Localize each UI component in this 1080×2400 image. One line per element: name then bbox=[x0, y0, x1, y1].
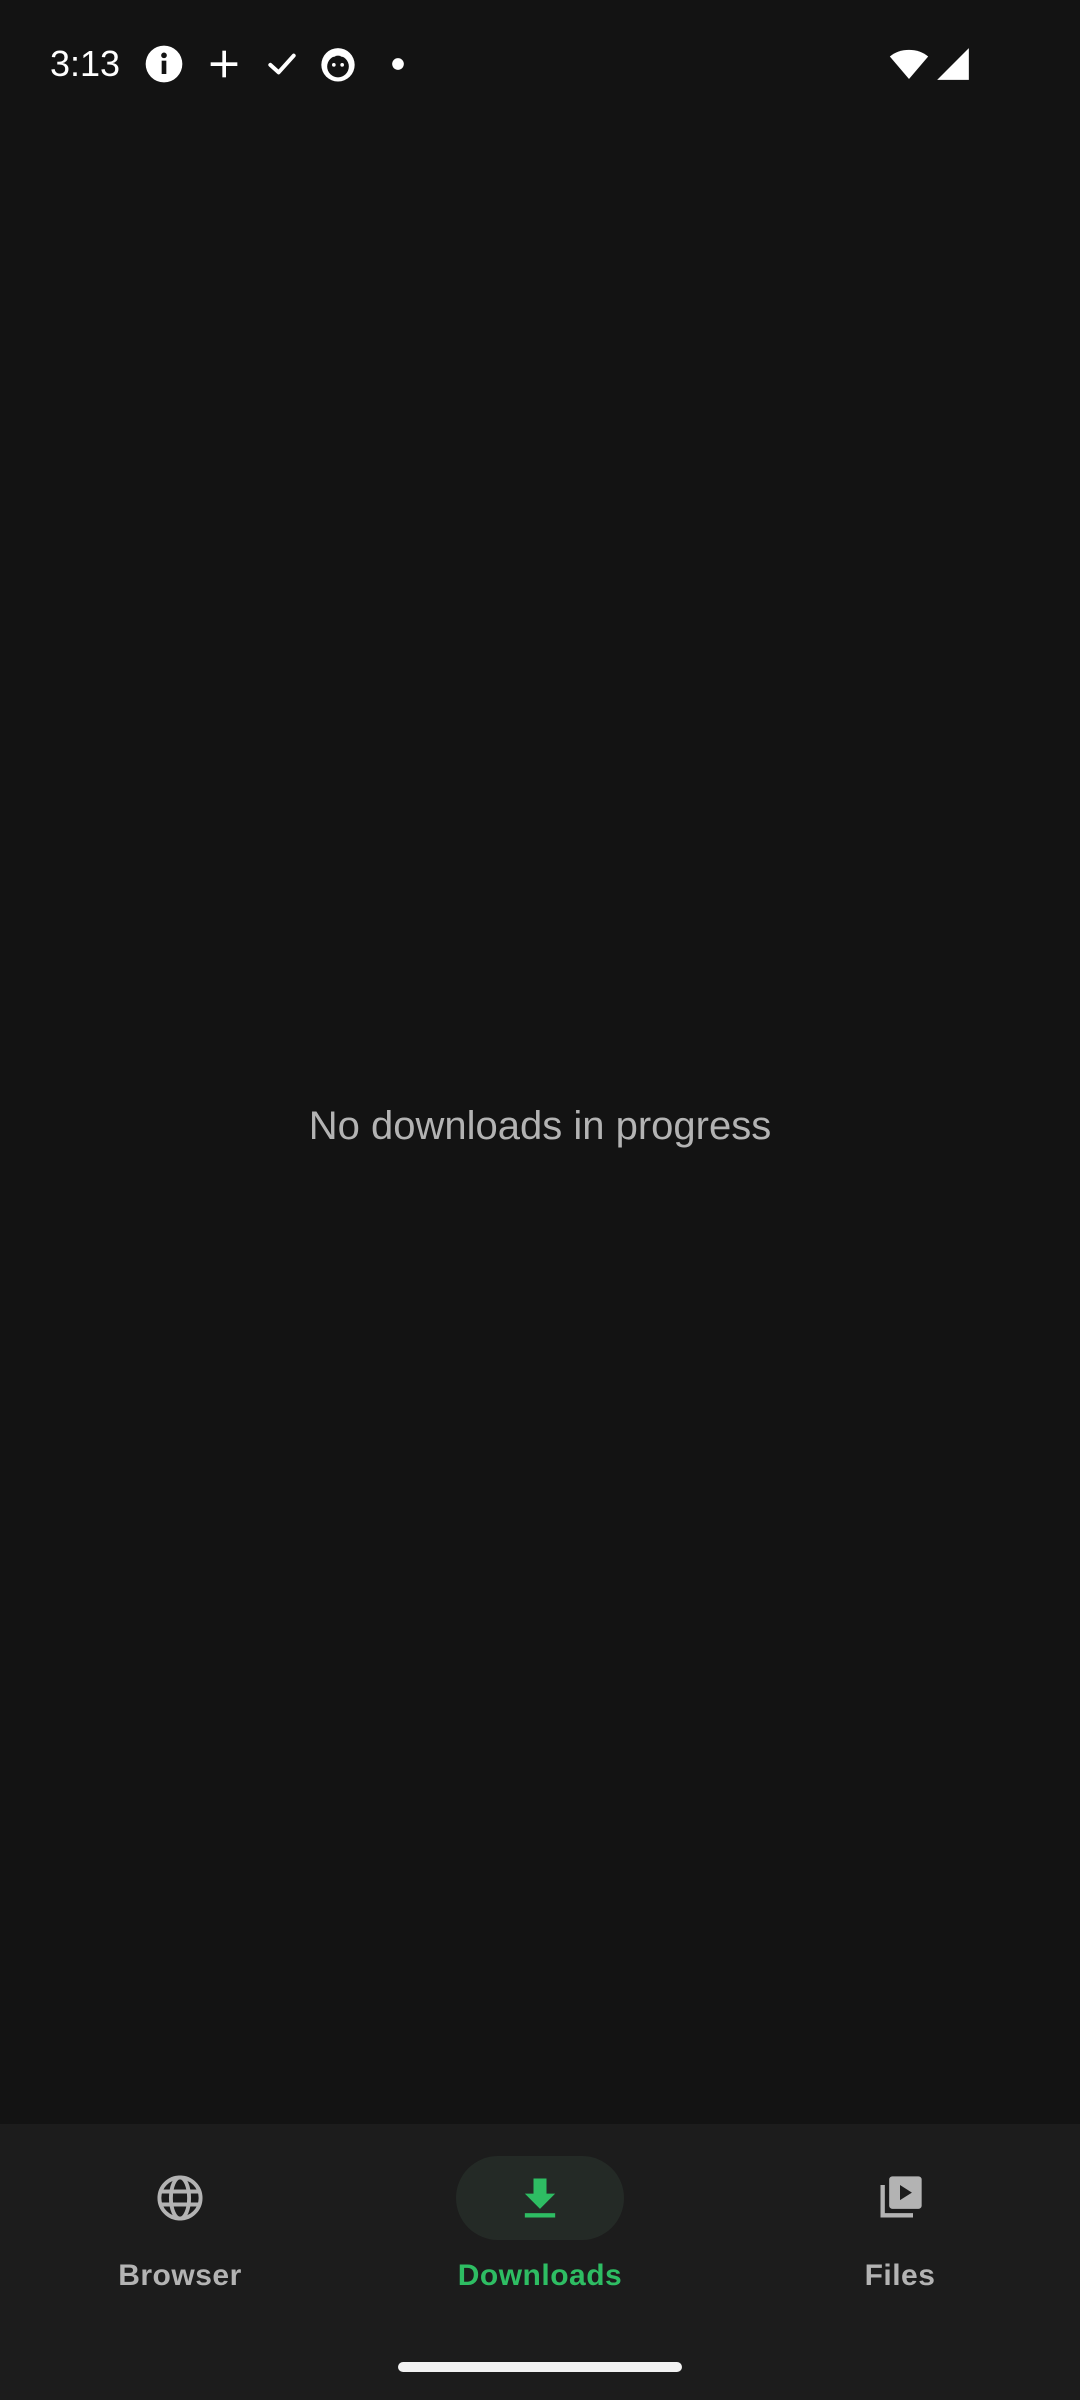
video-library-icon bbox=[874, 2172, 926, 2224]
wifi-icon bbox=[888, 44, 930, 84]
nav-label-browser: Browser bbox=[118, 2259, 242, 2292]
home-gesture-bar[interactable] bbox=[398, 2362, 682, 2372]
status-time: 3:13 bbox=[50, 43, 121, 84]
downloads-screen: 3:13 No downloads in progress Browser Do… bbox=[0, 0, 1080, 2400]
dot-icon bbox=[378, 44, 418, 84]
nav-label-downloads: Downloads bbox=[457, 2259, 623, 2292]
plus-icon bbox=[204, 44, 244, 84]
nav-item-browser[interactable]: Browser bbox=[0, 2156, 360, 2316]
cell-signal-icon bbox=[934, 44, 972, 84]
check-icon bbox=[262, 44, 302, 84]
status-bar: 3:13 bbox=[0, 0, 1080, 128]
nav-item-downloads[interactable]: Downloads bbox=[360, 2156, 720, 2316]
empty-state-message: No downloads in progress bbox=[308, 1104, 772, 1148]
bottom-navigation: Browser Downloads Files bbox=[0, 2124, 1080, 2400]
cat-face-icon bbox=[318, 44, 358, 84]
nav-item-files[interactable]: Files bbox=[720, 2156, 1080, 2316]
globe-icon bbox=[154, 2172, 206, 2224]
download-icon bbox=[514, 2172, 566, 2224]
info-icon bbox=[144, 44, 184, 84]
nav-label-files: Files bbox=[864, 2259, 936, 2292]
